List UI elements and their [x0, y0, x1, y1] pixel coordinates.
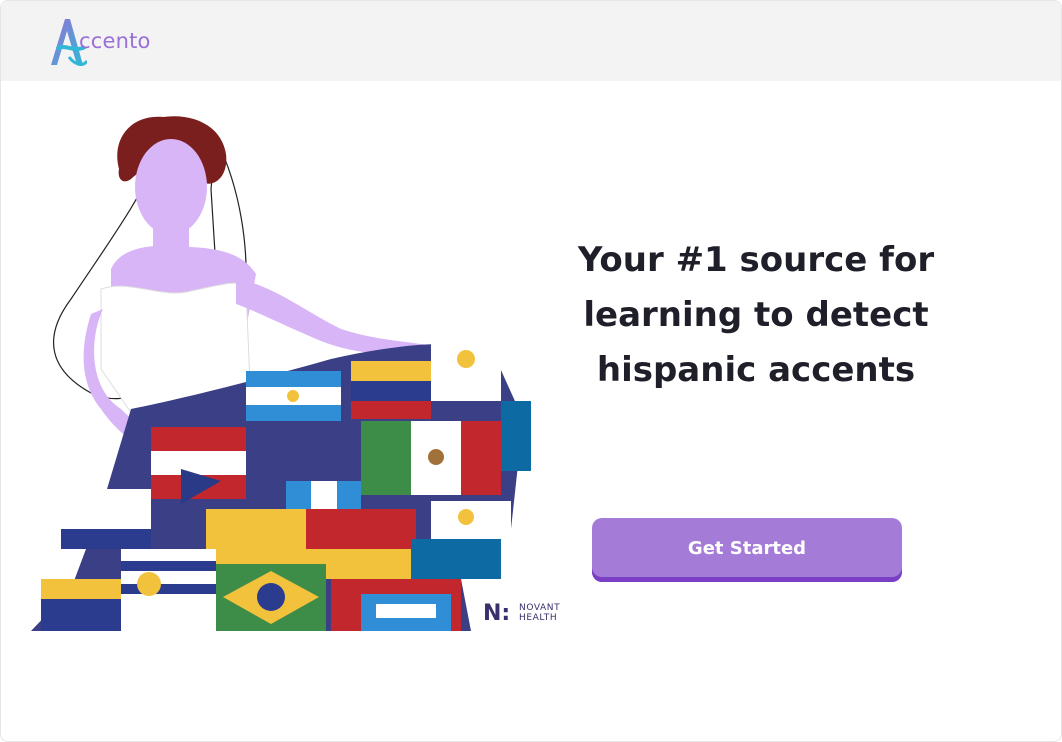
hero-headline: Your #1 source for learning to detect hi… — [577, 240, 935, 390]
novant-health-mark: N: — [483, 601, 511, 626]
accento-logo[interactable]: ccento — [47, 13, 187, 69]
novant-health-name: NOVANT HEALTH — [519, 603, 560, 623]
partner-name-line1: NOVANT — [519, 603, 561, 613]
woman-in-flag-dress-illustration — [31, 116, 531, 631]
right-arm — [236, 279, 427, 355]
top-navigation-bar: ccento — [1, 1, 1061, 81]
logo-wordmark: ccento — [79, 29, 151, 53]
get-started-button[interactable]: Get Started — [592, 518, 902, 582]
partner-name-line2: HEALTH — [519, 613, 558, 623]
face — [135, 139, 207, 235]
novant-health-logo: N: NOVANT HEALTH — [483, 601, 583, 629]
app-window: ccento Your #1 source for learning to de… — [0, 0, 1062, 742]
